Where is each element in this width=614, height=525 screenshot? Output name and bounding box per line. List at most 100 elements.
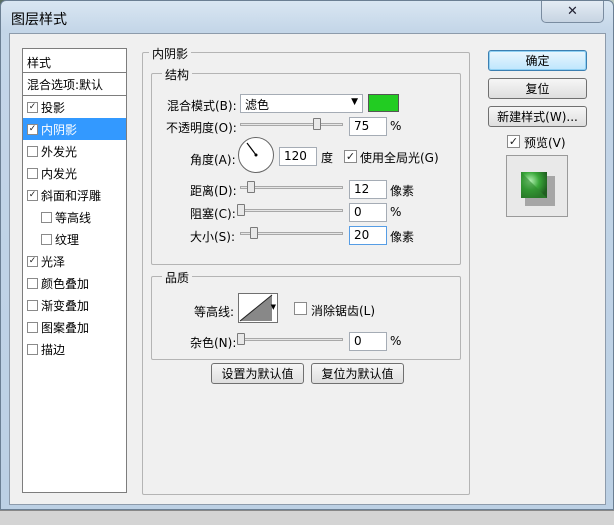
style-list-header: 样式: [23, 49, 126, 73]
close-button[interactable]: ✕: [541, 1, 604, 23]
style-preview: [506, 155, 568, 217]
style-list-item-label: 外发光: [41, 144, 78, 159]
opacity-slider-track[interactable]: [240, 123, 343, 126]
style-list-item-label: 光泽: [41, 254, 66, 269]
style-list-item[interactable]: ✓ 光泽: [23, 250, 126, 272]
opacity-slider-thumb[interactable]: [313, 118, 322, 130]
quality-group: 品质 等高线: ▼ 消除锯齿(L) 杂色(N): 0 %: [151, 269, 461, 360]
contour-dropdown-icon: ▼: [270, 303, 276, 311]
style-list-item-label: 内阴影: [41, 122, 78, 137]
set-default-button[interactable]: 设置为默认值: [211, 363, 304, 384]
style-list-item[interactable]: 外发光: [23, 140, 126, 162]
style-checkbox[interactable]: ✓: [27, 255, 38, 267]
style-list-item[interactable]: 渐变叠加: [23, 294, 126, 316]
distance-slider-track[interactable]: [240, 186, 343, 189]
noise-label: 杂色(N):: [190, 336, 237, 350]
quality-title: 品质: [162, 269, 193, 286]
style-checkbox[interactable]: [27, 321, 38, 333]
global-light-checkbox[interactable]: ✓: [344, 150, 357, 163]
new-style-button[interactable]: 新建样式(W)...: [488, 106, 587, 127]
noise-unit: %: [390, 334, 402, 348]
style-list-item-label: 等高线: [55, 210, 92, 225]
blend-mode-label: 混合模式(B):: [167, 99, 237, 113]
preview-checkbox[interactable]: ✓: [507, 135, 520, 148]
choke-label: 阻塞(C):: [190, 207, 236, 221]
blend-mode-value: 滤色: [245, 98, 270, 112]
shadow-color-swatch[interactable]: [368, 94, 399, 112]
style-list-item-label: 颜色叠加: [41, 276, 90, 291]
opacity-label: 不透明度(O):: [166, 121, 237, 135]
style-list-item[interactable]: 颜色叠加: [23, 272, 126, 294]
noise-slider-track[interactable]: [240, 338, 343, 341]
antialias-label: 消除锯齿(L): [311, 304, 376, 318]
dialog-title: 图层样式: [11, 12, 67, 28]
reset-button[interactable]: 复位: [488, 78, 587, 99]
size-slider-thumb[interactable]: [250, 227, 258, 239]
style-checkbox[interactable]: [41, 211, 52, 223]
choke-slider-track[interactable]: [240, 209, 343, 212]
style-checkbox[interactable]: ✓: [27, 189, 38, 201]
size-unit: 像素: [390, 230, 415, 244]
style-list-item-label: 斜面和浮雕: [41, 188, 102, 203]
distance-unit: 像素: [390, 184, 415, 198]
distance-slider-thumb[interactable]: [247, 181, 255, 193]
style-list-item-label: 渐变叠加: [41, 298, 90, 313]
angle-needle-icon: [246, 142, 258, 157]
noise-slider-thumb[interactable]: [237, 333, 245, 345]
distance-label: 距离(D):: [190, 184, 237, 198]
angle-label: 角度(A):: [190, 153, 236, 167]
style-list-item[interactable]: 图案叠加: [23, 316, 126, 338]
choke-unit: %: [390, 205, 402, 219]
ok-button[interactable]: 确定: [488, 50, 587, 71]
antialias-checkbox[interactable]: [294, 302, 307, 315]
structure-group: 结构 混合模式(B): 滤色 ▼ 不透明度(O): 75 % 角度(A): 12…: [151, 66, 461, 265]
dialog-client: 样式 混合选项:默认 ✓ 投影 ✓ 内阴影 外发光 内发光 ✓ 斜面和浮雕 等高线 纹理 ✓ 光泽 颜色…: [9, 33, 606, 505]
style-list-item-label: 图案叠加: [41, 320, 90, 335]
size-label: 大小(S):: [190, 230, 236, 244]
style-checkbox[interactable]: [27, 299, 38, 311]
reset-default-button[interactable]: 复位为默认值: [311, 363, 404, 384]
style-list-item-label: 纹理: [55, 232, 80, 247]
style-checkbox[interactable]: ✓: [27, 101, 38, 113]
style-list-item-label: 内发光: [41, 166, 78, 181]
style-checkbox[interactable]: [27, 343, 38, 355]
distance-input[interactable]: 12: [349, 180, 387, 199]
angle-dial[interactable]: [238, 137, 274, 173]
size-input[interactable]: 20: [349, 226, 387, 245]
opacity-unit: %: [390, 119, 402, 133]
style-checkbox[interactable]: [41, 233, 52, 245]
inner-shadow-panel: 内阴影 结构 混合模式(B): 滤色 ▼ 不透明度(O): 75 % 角度(A)…: [142, 45, 470, 495]
choke-input[interactable]: 0: [349, 203, 387, 222]
angle-unit: 度: [321, 151, 334, 165]
opacity-input[interactable]: 75: [349, 117, 387, 136]
angle-input[interactable]: 120: [279, 147, 317, 166]
style-checkbox[interactable]: ✓: [27, 123, 38, 135]
title-bar[interactable]: 图层样式 ✕: [1, 1, 613, 33]
layer-style-dialog: 图层样式 ✕ 样式 混合选项:默认 ✓ 投影 ✓ 内阴影 外发光 内发光 ✓ 斜面和浮雕 等高线…: [0, 0, 614, 510]
background-layer-strip: [0, 510, 614, 525]
close-icon: ✕: [567, 4, 578, 19]
style-checkbox[interactable]: [27, 145, 38, 157]
contour-label: 等高线:: [194, 305, 235, 319]
preview-swatch-icon: [521, 172, 555, 206]
blend-options-item[interactable]: 混合选项:默认: [23, 73, 126, 96]
style-list-item[interactable]: 描边: [23, 338, 126, 360]
style-checkbox[interactable]: [27, 277, 38, 289]
preview-label: 预览(V): [524, 136, 566, 150]
style-list-item[interactable]: ✓ 斜面和浮雕: [23, 184, 126, 206]
panel-title: 内阴影: [149, 45, 192, 62]
style-checkbox[interactable]: [27, 167, 38, 179]
style-list-item[interactable]: ✓ 投影: [23, 96, 126, 118]
contour-picker[interactable]: ▼: [238, 293, 278, 323]
style-list-item[interactable]: ✓ 内阴影: [23, 118, 126, 140]
style-list-item[interactable]: 内发光: [23, 162, 126, 184]
style-list-item[interactable]: 纹理: [23, 228, 126, 250]
style-list-item-label: 投影: [41, 100, 66, 115]
noise-input[interactable]: 0: [349, 332, 387, 351]
style-list-item[interactable]: 等高线: [23, 206, 126, 228]
style-list: 样式 混合选项:默认 ✓ 投影 ✓ 内阴影 外发光 内发光 ✓ 斜面和浮雕 等高线 纹理 ✓ 光泽 颜色…: [22, 48, 127, 493]
blend-mode-select[interactable]: 滤色 ▼: [240, 94, 363, 113]
choke-slider-thumb[interactable]: [237, 204, 245, 216]
global-light-label: 使用全局光(G): [360, 151, 439, 165]
chevron-down-icon: ▼: [351, 97, 358, 107]
